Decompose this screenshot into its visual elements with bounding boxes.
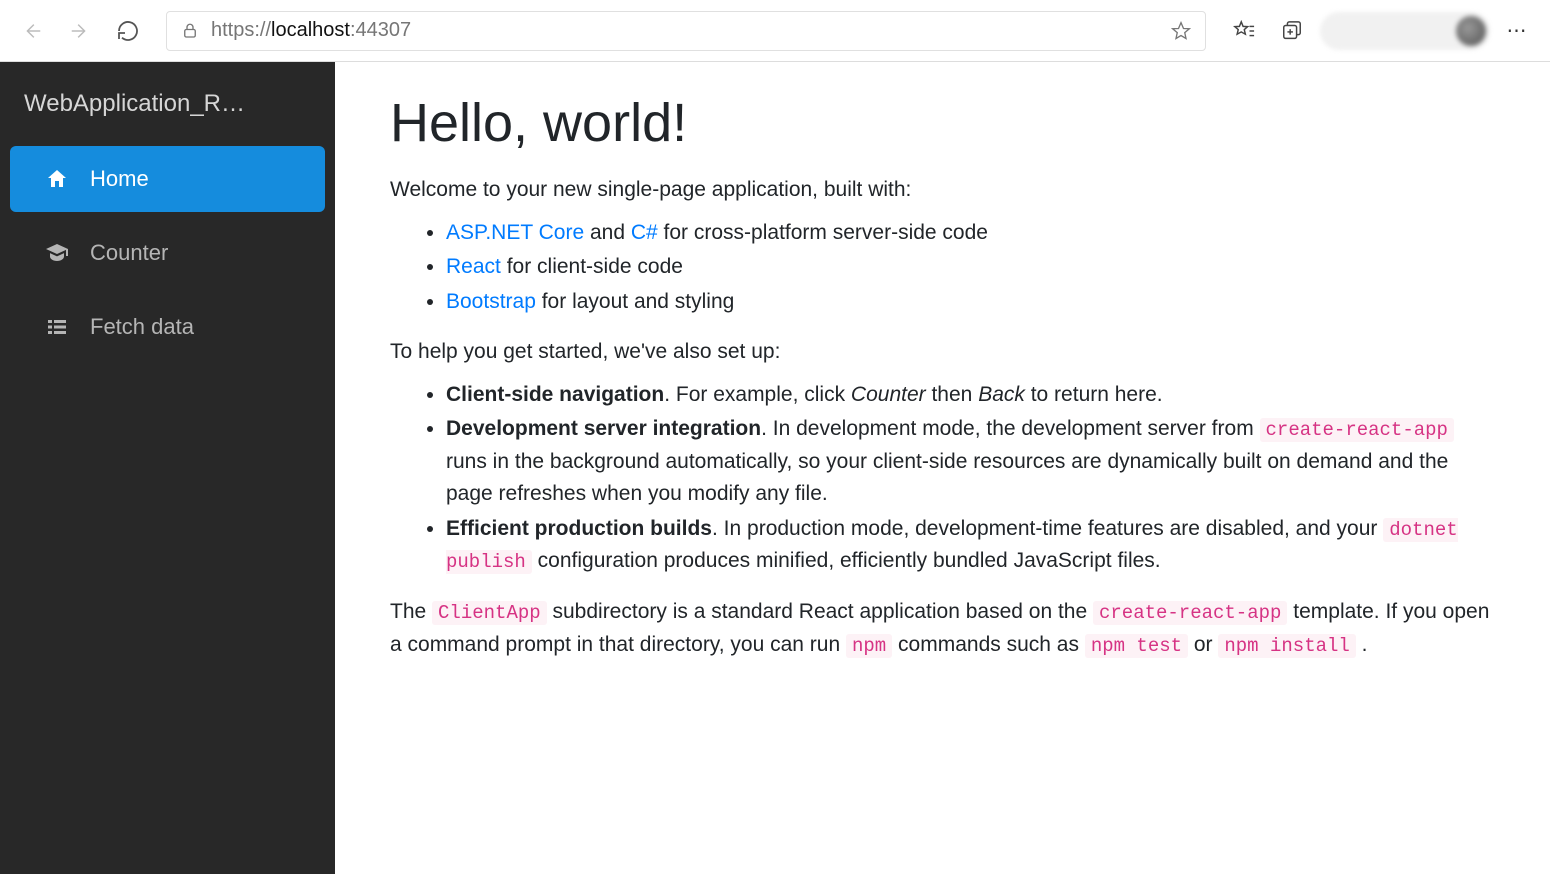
sidebar-item-fetch-data[interactable]: Fetch data: [10, 294, 325, 360]
profile-button[interactable]: [1320, 12, 1490, 50]
link-react[interactable]: React: [446, 255, 501, 278]
url-protocol: https://: [211, 19, 271, 41]
graduation-cap-icon: [44, 241, 70, 265]
list-item: Efficient production builds. In producti…: [446, 513, 1495, 578]
welcome-text: Welcome to your new single-page applicat…: [390, 174, 1495, 207]
list-icon: [44, 315, 70, 339]
home-icon: [44, 167, 70, 191]
code-create-react-app: create-react-app: [1260, 418, 1454, 442]
arrow-right-icon: [69, 20, 91, 42]
avatar-icon: [1456, 16, 1486, 46]
url-host: localhost: [271, 19, 350, 41]
more-menu-button[interactable]: ⋯: [1498, 11, 1538, 51]
setup-intro: To help you get started, we've also set …: [390, 336, 1495, 369]
footer-paragraph: The ClientApp subdirectory is a standard…: [390, 596, 1495, 661]
code-npm-test: npm test: [1085, 634, 1188, 658]
browser-toolbar: https://localhost:44307 ⋯: [0, 0, 1550, 62]
url-port: :44307: [350, 19, 411, 41]
favorites-button[interactable]: [1224, 11, 1264, 51]
dots-icon: ⋯: [1497, 18, 1540, 43]
address-bar[interactable]: https://localhost:44307: [166, 11, 1206, 51]
sidebar-item-home[interactable]: Home: [10, 146, 325, 212]
list-item: ASP.NET Core and C# for cross-platform s…: [446, 217, 1495, 250]
sidebar-item-label: Fetch data: [90, 314, 194, 340]
app-title: WebApplication_R…: [0, 72, 335, 142]
forward-button[interactable]: [60, 11, 100, 51]
refresh-icon: [116, 19, 140, 43]
page-heading: Hello, world!: [390, 92, 1495, 154]
url-text: https://localhost:44307: [211, 19, 411, 42]
link-aspnet[interactable]: ASP.NET Core: [446, 221, 584, 244]
arrow-left-icon: [21, 20, 43, 42]
star-lines-icon: [1233, 20, 1255, 42]
link-csharp[interactable]: C#: [631, 221, 658, 244]
collections-button[interactable]: [1272, 11, 1312, 51]
refresh-button[interactable]: [108, 11, 148, 51]
code-clientapp: ClientApp: [432, 601, 547, 625]
collections-icon: [1281, 20, 1303, 42]
tech-list: ASP.NET Core and C# for cross-platform s…: [446, 217, 1495, 319]
sidebar-item-counter[interactable]: Counter: [10, 220, 325, 286]
list-item: Bootstrap for layout and styling: [446, 286, 1495, 319]
sidebar: WebApplication_R… Home Counter Fetch dat…: [0, 62, 335, 874]
bookmark-star-icon[interactable]: [1171, 21, 1191, 41]
list-item: React for client-side code: [446, 251, 1495, 284]
list-item: Client-side navigation. For example, cli…: [446, 379, 1495, 412]
link-bootstrap[interactable]: Bootstrap: [446, 290, 536, 313]
code-create-react-app: create-react-app: [1093, 601, 1287, 625]
code-npm: npm: [846, 634, 892, 658]
list-item: Development server integration. In devel…: [446, 413, 1495, 511]
back-button[interactable]: [12, 11, 52, 51]
lock-icon: [181, 22, 199, 40]
app-body: WebApplication_R… Home Counter Fetch dat…: [0, 62, 1550, 874]
main-content: Hello, world! Welcome to your new single…: [335, 62, 1550, 874]
sidebar-item-label: Home: [90, 166, 149, 192]
code-npm-install: npm install: [1218, 634, 1355, 658]
sidebar-item-label: Counter: [90, 240, 168, 266]
setup-list: Client-side navigation. For example, cli…: [446, 379, 1495, 578]
